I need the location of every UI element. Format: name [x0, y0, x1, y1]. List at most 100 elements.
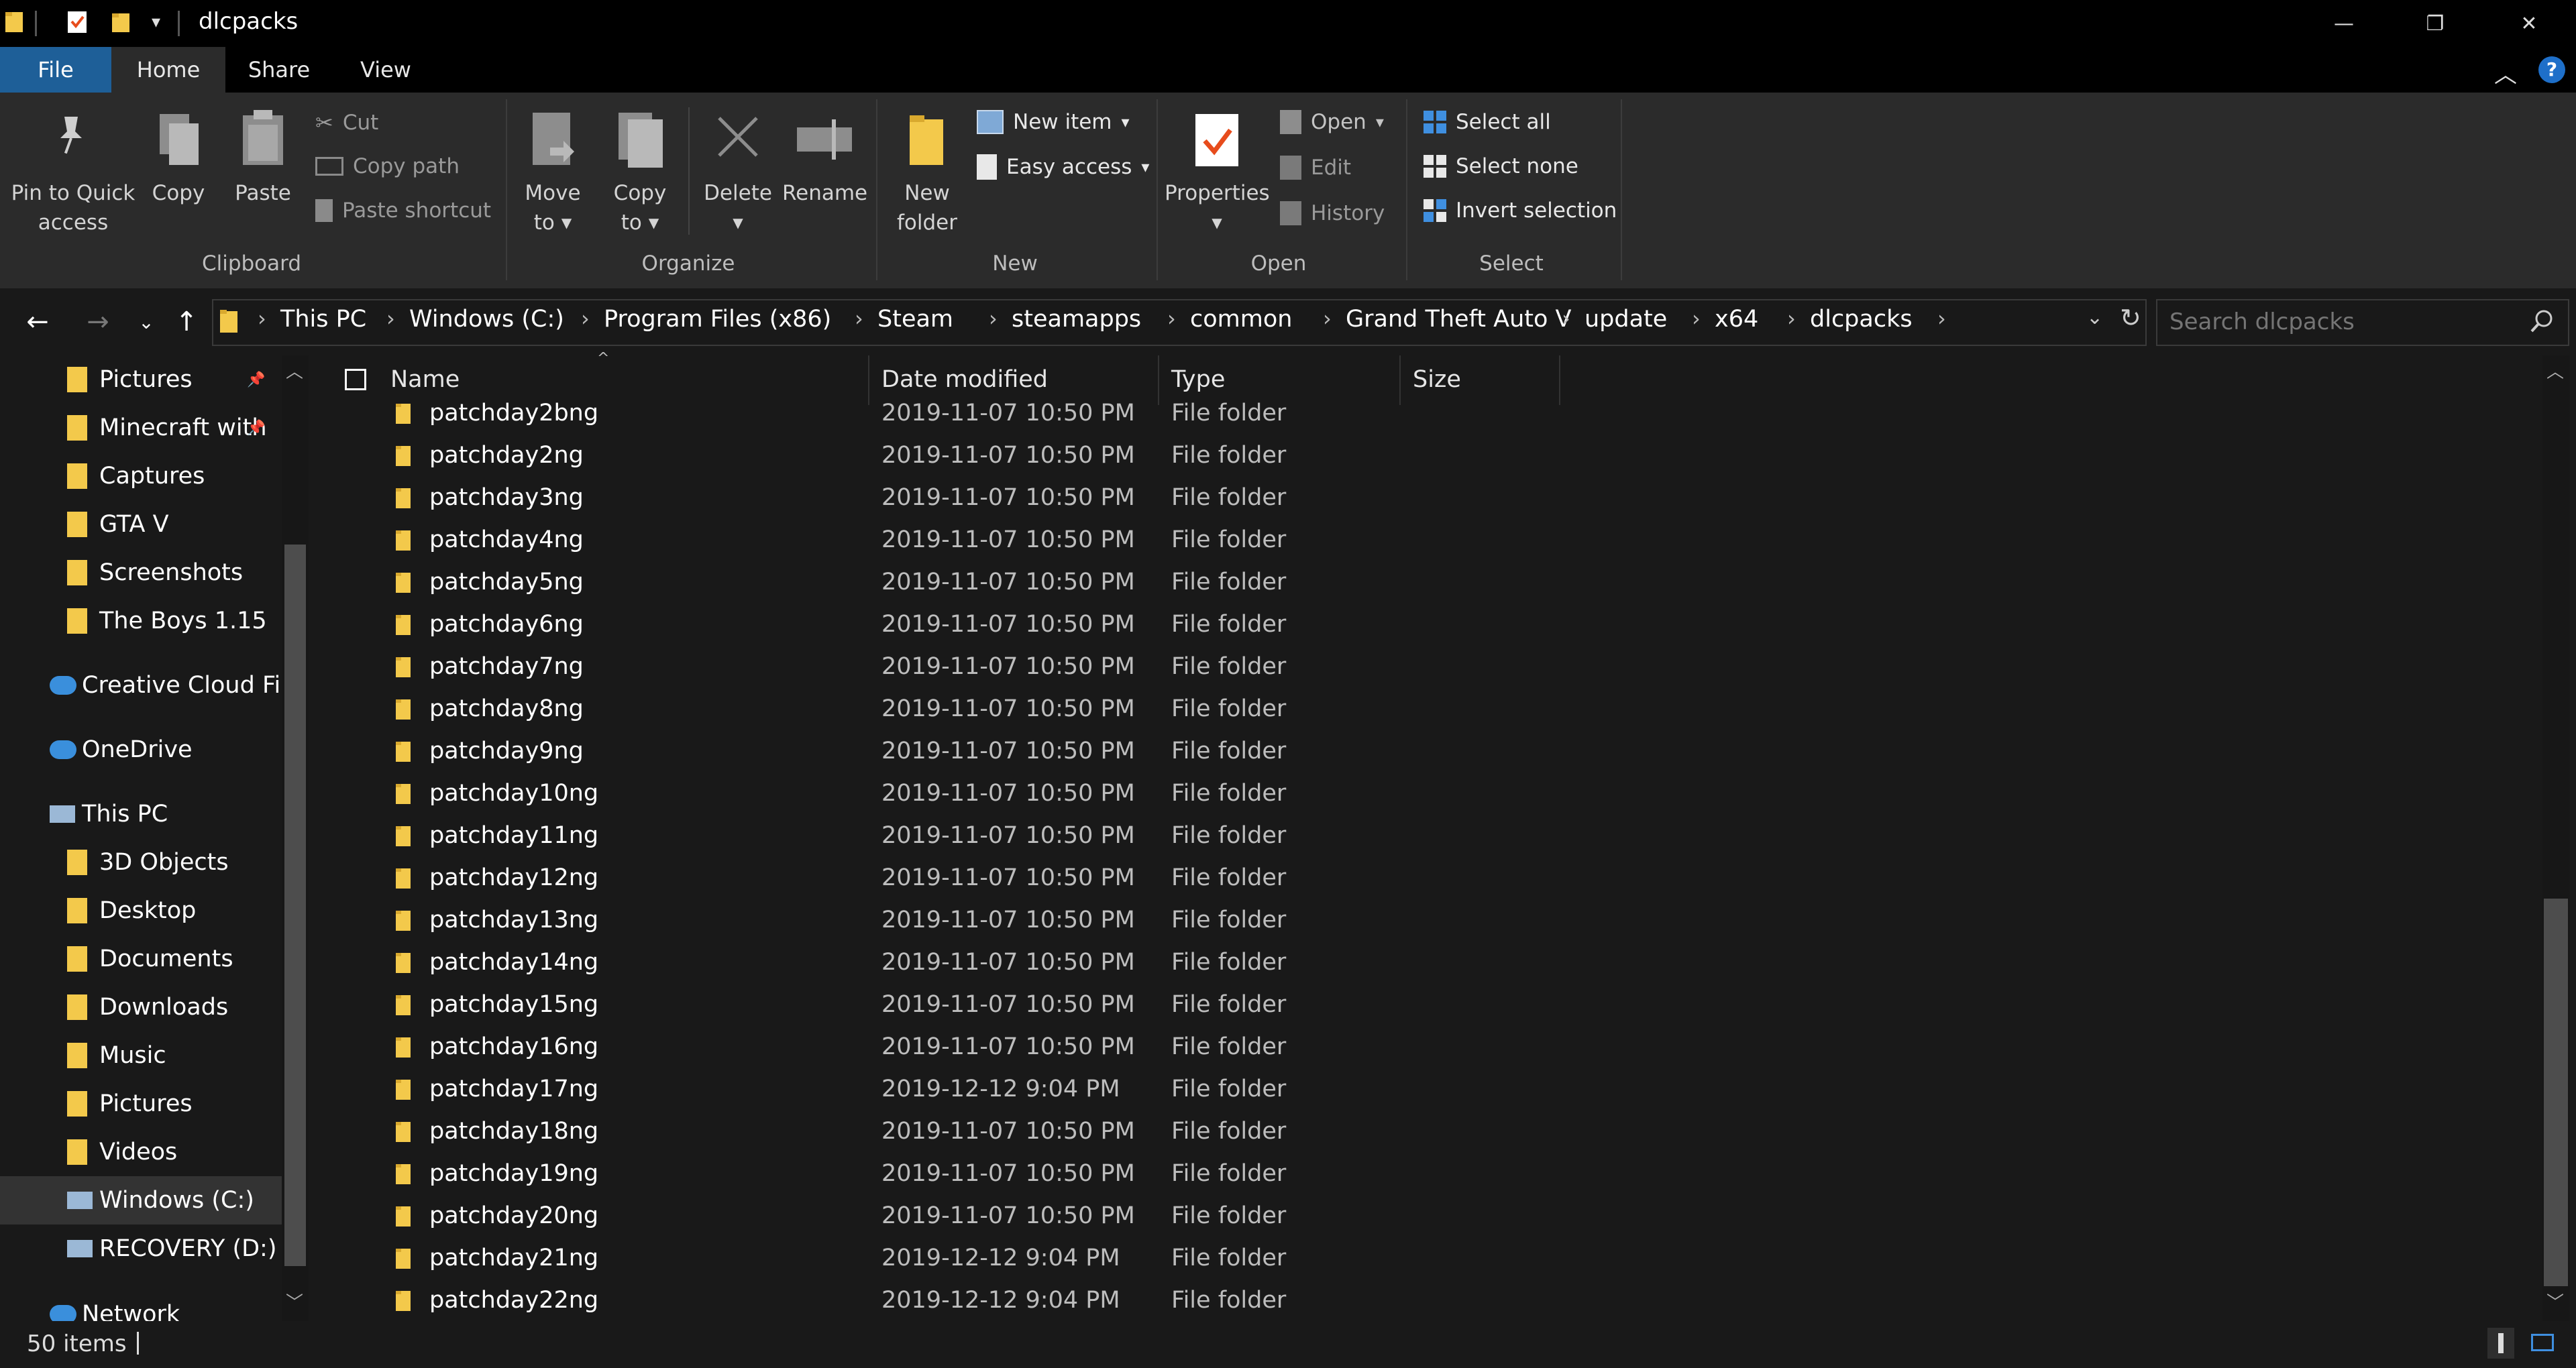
properties-icon[interactable] [66, 9, 89, 35]
back-button[interactable]: ← [17, 303, 58, 341]
table-row[interactable] [315, 521, 2542, 563]
sidebar-item[interactable]: RECOVERY (D:) [0, 1224, 282, 1273]
sidebar-item[interactable]: Minecraft with 📌 [0, 404, 282, 452]
history-button[interactable]: History [1280, 201, 1385, 225]
sidebar-scroll-thumb[interactable] [284, 545, 306, 1266]
edit-button[interactable]: Edit [1280, 156, 1351, 180]
breadcrumb-item[interactable]: dlcpacks [1810, 306, 1913, 333]
table-row[interactable] [315, 817, 2542, 859]
table-row[interactable] [315, 732, 2542, 775]
paste-button[interactable]: Paste [231, 99, 295, 247]
table-row[interactable] [315, 1113, 2542, 1155]
new-folder-icon[interactable] [110, 9, 133, 35]
sidebar-item[interactable]: Windows (C:) [0, 1176, 282, 1224]
close-button[interactable]: ✕ [2482, 0, 2576, 47]
properties-button[interactable]: Properties ▾ [1165, 99, 1270, 247]
table-row[interactable] [315, 901, 2542, 944]
move-to-button[interactable]: Move to ▾ [518, 99, 588, 247]
tab-view[interactable]: View [349, 47, 423, 93]
table-row[interactable] [315, 1070, 2542, 1113]
details-view-button[interactable] [2487, 1328, 2514, 1359]
breadcrumb-separator-chevron-icon[interactable]: › [1562, 306, 1570, 331]
delete-button[interactable]: Delete ▾ [699, 99, 777, 247]
help-icon[interactable]: ? [2538, 56, 2565, 83]
select-all-checkbox[interactable] [345, 369, 366, 390]
pin-to-quick-access-button[interactable]: Pin to Quick access [0, 99, 146, 247]
table-row[interactable] [315, 944, 2542, 986]
sidebar-item[interactable]: 3D Objects [0, 838, 282, 887]
restore-button[interactable]: ❐ [2388, 0, 2482, 47]
sidebar-item[interactable]: Desktop [0, 887, 282, 935]
breadcrumb-item[interactable]: Windows (C:) [409, 306, 564, 333]
select-all-button[interactable]: Select all [1424, 110, 1551, 134]
scroll-up-icon[interactable]: ︿ [286, 358, 303, 383]
tab-share[interactable]: Share [239, 47, 319, 93]
cut-button[interactable]: ✂ Cut [315, 110, 378, 135]
rename-button[interactable]: Rename [782, 99, 867, 247]
refresh-icon[interactable]: ↻ [2120, 303, 2141, 333]
table-row[interactable] [315, 1281, 2542, 1324]
table-row[interactable] [315, 563, 2542, 606]
breadcrumb-separator-chevron-icon[interactable]: › [1787, 306, 1796, 331]
sidebar-item[interactable]: This PC [0, 790, 282, 838]
table-row[interactable] [315, 394, 2542, 437]
breadcrumb-separator-chevron-icon[interactable]: › [386, 306, 395, 331]
breadcrumb-item[interactable]: Steam [877, 306, 953, 333]
sidebar-item[interactable]: OneDrive [0, 726, 282, 774]
copy-to-button[interactable]: Copy to ▾ [605, 99, 675, 247]
table-row[interactable] [315, 775, 2542, 817]
table-row[interactable] [315, 986, 2542, 1028]
search-input[interactable] [2168, 307, 2520, 337]
table-row[interactable] [315, 859, 2542, 901]
breadcrumb-separator-chevron-icon[interactable]: › [258, 306, 266, 331]
scroll-down-icon[interactable]: ﹀ [2546, 1289, 2564, 1314]
breadcrumb-item[interactable]: x64 [1715, 306, 1758, 333]
up-button[interactable]: ↑ [166, 303, 207, 341]
delete-dropdown-icon[interactable]: ▾ [699, 208, 777, 237]
large-icons-view-button[interactable] [2529, 1329, 2556, 1356]
table-row[interactable] [315, 1028, 2542, 1070]
column-header-type[interactable]: Type [1171, 366, 1225, 393]
breadcrumb-separator-chevron-icon[interactable]: › [1167, 306, 1176, 331]
breadcrumb-separator-chevron-icon[interactable]: › [1323, 306, 1332, 331]
sidebar-item[interactable]: Creative Cloud Files [0, 661, 282, 709]
breadcrumb-item[interactable]: steamapps [1012, 306, 1141, 333]
customize-quick-access-chevron-icon[interactable]: ▾ [152, 12, 160, 32]
table-row[interactable] [315, 606, 2542, 648]
breadcrumb-separator-chevron-icon[interactable]: › [1692, 306, 1701, 331]
sidebar-item[interactable]: Pictures 📌 [0, 355, 282, 404]
breadcrumb-item[interactable]: common [1190, 306, 1292, 333]
open-button[interactable]: Open ▾ [1280, 110, 1384, 134]
table-row[interactable] [315, 1239, 2542, 1281]
forward-button[interactable]: → [78, 303, 118, 341]
column-header-date-modified[interactable]: Date modified [881, 366, 1048, 393]
address-history-chevron-icon[interactable]: ⌄ [2086, 306, 2103, 329]
table-row[interactable] [315, 1197, 2542, 1239]
scroll-down-icon[interactable]: ﹀ [286, 1289, 303, 1314]
breadcrumb-separator-chevron-icon[interactable]: › [989, 306, 998, 331]
search-icon[interactable] [2529, 308, 2555, 334]
minimize-button[interactable]: — [2297, 0, 2391, 47]
sidebar-item[interactable]: Music [0, 1031, 282, 1080]
breadcrumb-item[interactable]: This PC [280, 306, 366, 333]
sidebar-item[interactable]: Pictures [0, 1080, 282, 1128]
properties-dropdown-icon[interactable]: ▾ [1165, 208, 1269, 237]
sidebar-item[interactable]: Downloads [0, 983, 282, 1031]
collapse-ribbon-chevron-icon[interactable]: ︿ [2494, 56, 2517, 89]
table-row[interactable] [315, 648, 2542, 690]
breadcrumb-item[interactable]: Grand Theft Auto V [1346, 306, 1571, 333]
breadcrumb-separator-chevron-icon[interactable]: › [855, 306, 863, 331]
column-header-name[interactable]: Name [390, 366, 460, 393]
paste-shortcut-button[interactable]: Paste shortcut [315, 198, 491, 223]
tab-home[interactable]: Home [111, 47, 225, 93]
breadcrumb-item[interactable]: Program Files (x86) [604, 306, 831, 333]
sidebar-item[interactable]: Videos [0, 1128, 282, 1176]
sidebar-item[interactable]: The Boys 1.15 [0, 597, 282, 645]
invert-selection-button[interactable]: Invert selection [1424, 198, 1617, 223]
new-folder-button[interactable]: New folder [887, 99, 967, 247]
table-row[interactable] [315, 1155, 2542, 1197]
scroll-up-icon[interactable]: ︿ [2546, 358, 2564, 383]
sidebar-item[interactable]: Screenshots [0, 549, 282, 597]
file-list-scroll-thumb[interactable] [2544, 899, 2568, 1286]
sidebar-item[interactable]: Captures [0, 452, 282, 500]
